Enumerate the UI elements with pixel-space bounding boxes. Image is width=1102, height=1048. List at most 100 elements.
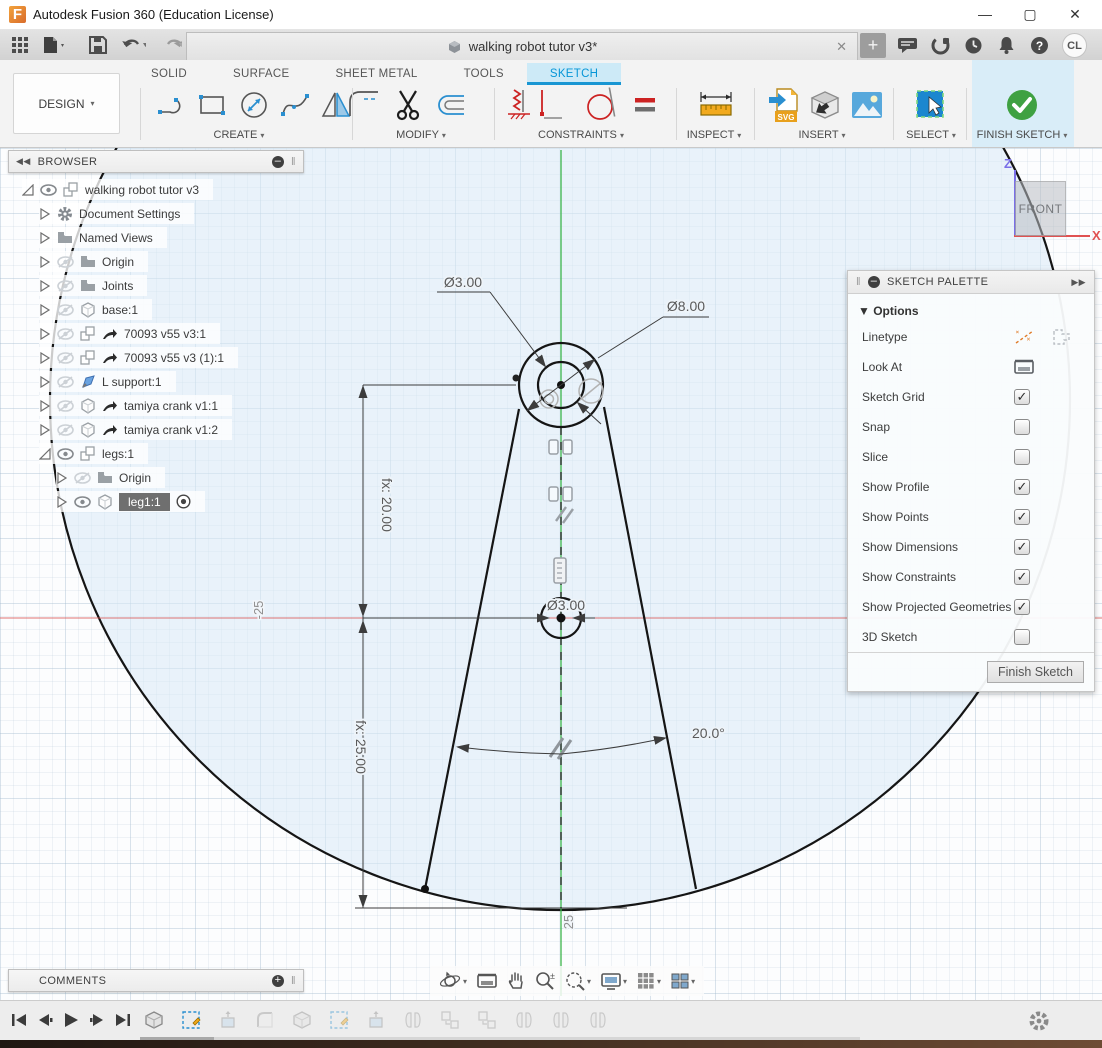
comments-add-icon[interactable]: +	[272, 975, 284, 987]
create-rectangle-icon[interactable]	[195, 86, 229, 124]
modify-offset-icon[interactable]	[433, 86, 467, 124]
dimension-length-lower[interactable]: fx: 25.00	[353, 720, 369, 774]
expand-closed-icon[interactable]	[39, 208, 51, 220]
checkbox-checked[interactable]: ✓	[1014, 569, 1030, 585]
browser-item-named-views[interactable]: Named Views	[39, 227, 167, 248]
checkbox-unchecked[interactable]	[1014, 629, 1030, 645]
ribbon-tab-surface[interactable]: SURFACE	[210, 63, 312, 85]
new-tab-button[interactable]: +	[860, 33, 886, 58]
visibility-eye-icon[interactable]	[40, 184, 57, 196]
user-avatar[interactable]: CL	[1062, 33, 1087, 58]
visibility-eye-icon[interactable]	[57, 328, 74, 340]
timeline-feature-joint[interactable]	[586, 1008, 610, 1032]
expand-closed-icon[interactable]	[39, 304, 51, 316]
document-tab[interactable]: walking robot tutor v3* ✕	[186, 32, 858, 60]
checkbox-checked[interactable]: ✓	[1014, 509, 1030, 525]
comments-header[interactable]: COMMENTS + ‖	[8, 969, 304, 992]
dimension-dia-mid[interactable]: Ø3.00	[547, 597, 585, 613]
save-icon[interactable]	[86, 34, 110, 56]
expand-closed-icon[interactable]	[39, 328, 51, 340]
collapse-panel-icon[interactable]: ◀◀	[16, 156, 31, 167]
browser-item-walking-robot-tutor-v3[interactable]: walking robot tutor v3	[22, 179, 213, 200]
timeline-feature-sketch[interactable]	[327, 1008, 351, 1032]
select-tool-icon[interactable]	[914, 86, 948, 124]
browser-grip[interactable]: ‖	[291, 156, 296, 168]
checkbox-checked[interactable]: ✓	[1014, 539, 1030, 555]
left-reference-point[interactable]	[513, 375, 520, 382]
notifications-bell-icon[interactable]	[994, 34, 1018, 56]
timeline-feature-extrude[interactable]	[216, 1008, 240, 1032]
expand-closed-icon[interactable]	[39, 256, 51, 268]
timeline-feature-joint[interactable]	[401, 1008, 425, 1032]
expand-open-icon[interactable]	[39, 448, 51, 460]
timeline-go-to-end-button[interactable]	[112, 1010, 134, 1030]
browser-item-70093-v55-v3-1-1[interactable]: 70093 v55 v3 (1):1	[39, 347, 238, 368]
insert-svg-icon[interactable]: SVG	[766, 86, 800, 124]
modify-trim-icon[interactable]	[391, 86, 425, 124]
maximize-button[interactable]: ▢	[1008, 0, 1052, 29]
group-label-create[interactable]: CREATE ▾	[179, 129, 299, 141]
app-grid-menu-icon[interactable]	[8, 34, 32, 56]
minimize-button[interactable]: —	[963, 0, 1007, 29]
visibility-eye-icon[interactable]	[74, 472, 91, 484]
middle-center-point[interactable]	[557, 614, 566, 623]
expand-closed-icon[interactable]	[39, 376, 51, 388]
visibility-eye-icon[interactable]	[57, 448, 74, 460]
job-status-clock-icon[interactable]	[961, 34, 985, 56]
visibility-eye-icon[interactable]	[57, 424, 74, 436]
create-spline-icon[interactable]	[279, 86, 313, 124]
browser-item-70093-v55-v3-1[interactable]: 70093 v55 v3:1	[39, 323, 220, 344]
timeline-feature-extrude[interactable]	[364, 1008, 388, 1032]
timeline-feature-component-sub[interactable]	[438, 1008, 462, 1032]
dimension-dia-top-outer[interactable]: Ø8.00	[667, 298, 705, 314]
palette-grip[interactable]: ‖	[856, 276, 861, 288]
viewcube-front-face[interactable]: FRONT	[1015, 181, 1066, 236]
look-at-icon[interactable]	[1014, 359, 1034, 375]
view-cube[interactable]: FRONT Z X	[1002, 156, 1102, 256]
checkbox-unchecked[interactable]	[1014, 449, 1030, 465]
browser-item-tamiya-crank-v1-2[interactable]: tamiya crank v1:2	[39, 419, 232, 440]
browser-item-document-settings[interactable]: Document Settings	[39, 203, 194, 224]
palette-header[interactable]: ‖ – SKETCH PALETTE ▶▶	[848, 271, 1094, 294]
expand-closed-icon[interactable]	[39, 232, 51, 244]
browser-item-l-support-1[interactable]: L support:1	[39, 371, 176, 392]
create-circle-icon[interactable]	[237, 86, 271, 124]
group-label-finish-sketch[interactable]: FINISH SKETCH ▾	[962, 129, 1082, 141]
group-label-insert[interactable]: INSERT ▾	[762, 129, 882, 141]
timeline-feature-component[interactable]	[290, 1008, 314, 1032]
browser-item-origin[interactable]: Origin	[39, 251, 148, 272]
timeline-step-forward-button[interactable]	[86, 1010, 108, 1030]
constraint-vertical-horizontal-icon[interactable]	[532, 86, 566, 124]
browser-item-tamiya-crank-v1-1[interactable]: tamiya crank v1:1	[39, 395, 232, 416]
browser-item-leg1-1[interactable]: leg1:1	[56, 491, 205, 512]
expand-closed-icon[interactable]	[56, 496, 68, 508]
dimension-angle[interactable]: 20.0°	[692, 725, 725, 741]
palette-expand-icon[interactable]: ▶▶	[1071, 277, 1086, 288]
ribbon-tab-solid[interactable]: SOLID	[128, 63, 210, 85]
finish-sketch-check-icon[interactable]	[1005, 86, 1039, 124]
visibility-eye-icon[interactable]	[57, 400, 74, 412]
timeline-step-back-button[interactable]	[34, 1010, 56, 1030]
browser-item-joints[interactable]: Joints	[39, 275, 147, 296]
constraint-fixed-icon[interactable]	[502, 86, 536, 124]
timeline-play-button[interactable]	[60, 1010, 82, 1030]
bottom-left-point[interactable]	[421, 885, 429, 893]
timeline-feature-joint[interactable]	[549, 1008, 573, 1032]
visibility-eye-icon[interactable]	[57, 352, 74, 364]
finish-sketch-button[interactable]: Finish Sketch	[987, 661, 1084, 683]
expand-closed-icon[interactable]	[39, 280, 51, 292]
undo-icon[interactable]	[122, 34, 146, 56]
insert-mesh-icon[interactable]	[808, 86, 842, 124]
redo-icon[interactable]	[158, 34, 182, 56]
palette-options-section[interactable]: ▼ Options	[848, 294, 1094, 322]
orbit-icon[interactable]: ▾	[436, 969, 470, 993]
constraint-equal-icon[interactable]	[629, 86, 663, 124]
comments-grip[interactable]: ‖	[291, 975, 296, 987]
grid-settings-icon[interactable]: ▾	[634, 970, 664, 992]
group-label-inspect[interactable]: INSPECT ▾	[654, 129, 774, 141]
timeline-feature-joint[interactable]	[512, 1008, 536, 1032]
expand-closed-icon[interactable]	[39, 352, 51, 364]
expand-closed-icon[interactable]	[39, 424, 51, 436]
group-label-constraints[interactable]: CONSTRAINTS ▾	[521, 129, 641, 141]
checkbox-checked[interactable]: ✓	[1014, 599, 1030, 615]
